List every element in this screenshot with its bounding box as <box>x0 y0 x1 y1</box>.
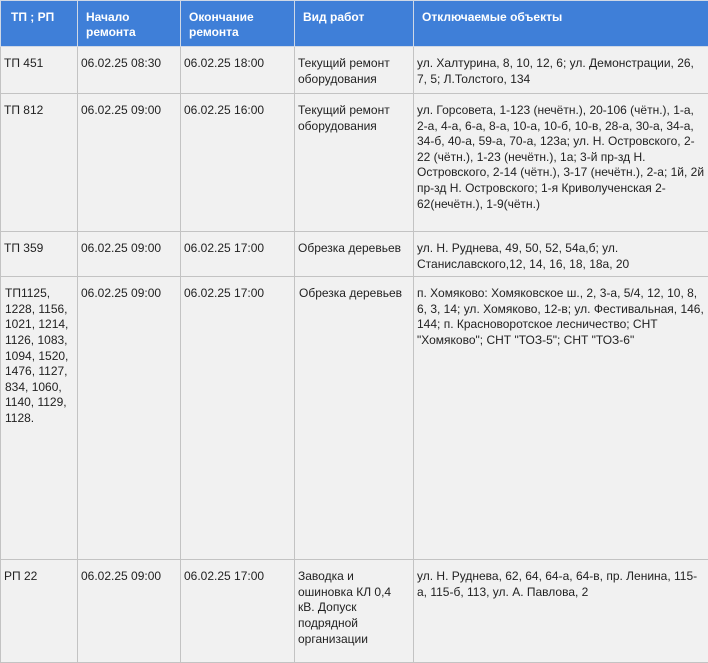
cell-work: Текущий ремонт оборудования <box>295 94 414 232</box>
cell-start: 06.02.25 09:00 <box>78 232 181 277</box>
cell-end: 06.02.25 17:00 <box>181 277 295 560</box>
table-row: ТП 359 06.02.25 09:00 06.02.25 17:00 Обр… <box>1 232 708 277</box>
cell-tp: ТП 359 <box>1 232 78 277</box>
header-tp-rp: ТП ; РП <box>1 1 78 47</box>
cell-start: 06.02.25 08:30 <box>78 47 181 94</box>
cell-tp: ТП1125, 1228, 1156, 1021, 1214, 1126, 10… <box>1 277 78 560</box>
cell-work: Обрезка деревьев <box>295 277 414 560</box>
cell-objects: п. Хомяково: Хомяковское ш., 2, 3-а, 5/4… <box>414 277 708 560</box>
table-row: ТП 812 06.02.25 09:00 06.02.25 16:00 Тек… <box>1 94 708 232</box>
cell-objects: ул. Халтурина, 8, 10, 12, 6; ул. Демонст… <box>414 47 708 94</box>
header-objects: Отключаемые объекты <box>414 1 708 47</box>
cell-work: Заводка и ошиновка КЛ 0,4 кВ. Допуск под… <box>295 560 414 663</box>
cell-work: Обрезка деревьев <box>295 232 414 277</box>
cell-end: 06.02.25 16:00 <box>181 94 295 232</box>
cell-tp: РП 22 <box>1 560 78 663</box>
header-start: Начало ремонта <box>78 1 181 47</box>
cell-end: 06.02.25 18:00 <box>181 47 295 94</box>
cell-work: Текущий ремонт оборудования <box>295 47 414 94</box>
table-header-row: ТП ; РП Начало ремонта Окончание ремонта… <box>1 1 708 47</box>
cell-objects: ул. Н. Руднева, 62, 64, 64-а, 64-в, пр. … <box>414 560 708 663</box>
cell-objects: ул. Н. Руднева, 49, 50, 52, 54а,б; ул. С… <box>414 232 708 277</box>
header-work-type: Вид работ <box>295 1 414 47</box>
header-end: Окончание ремонта <box>181 1 295 47</box>
outage-schedule-table: ТП ; РП Начало ремонта Окончание ремонта… <box>0 0 708 663</box>
cell-start: 06.02.25 09:00 <box>78 277 181 560</box>
cell-end: 06.02.25 17:00 <box>181 560 295 663</box>
cell-objects: ул. Горсовета, 1-123 (нечётн.), 20-106 (… <box>414 94 708 232</box>
table-row: РП 22 06.02.25 09:00 06.02.25 17:00 Заво… <box>1 560 708 663</box>
cell-start: 06.02.25 09:00 <box>78 560 181 663</box>
table-row: ТП 451 06.02.25 08:30 06.02.25 18:00 Тек… <box>1 47 708 94</box>
cell-end: 06.02.25 17:00 <box>181 232 295 277</box>
cell-tp: ТП 451 <box>1 47 78 94</box>
cell-start: 06.02.25 09:00 <box>78 94 181 232</box>
table-row: ТП1125, 1228, 1156, 1021, 1214, 1126, 10… <box>1 277 708 560</box>
cell-tp: ТП 812 <box>1 94 78 232</box>
